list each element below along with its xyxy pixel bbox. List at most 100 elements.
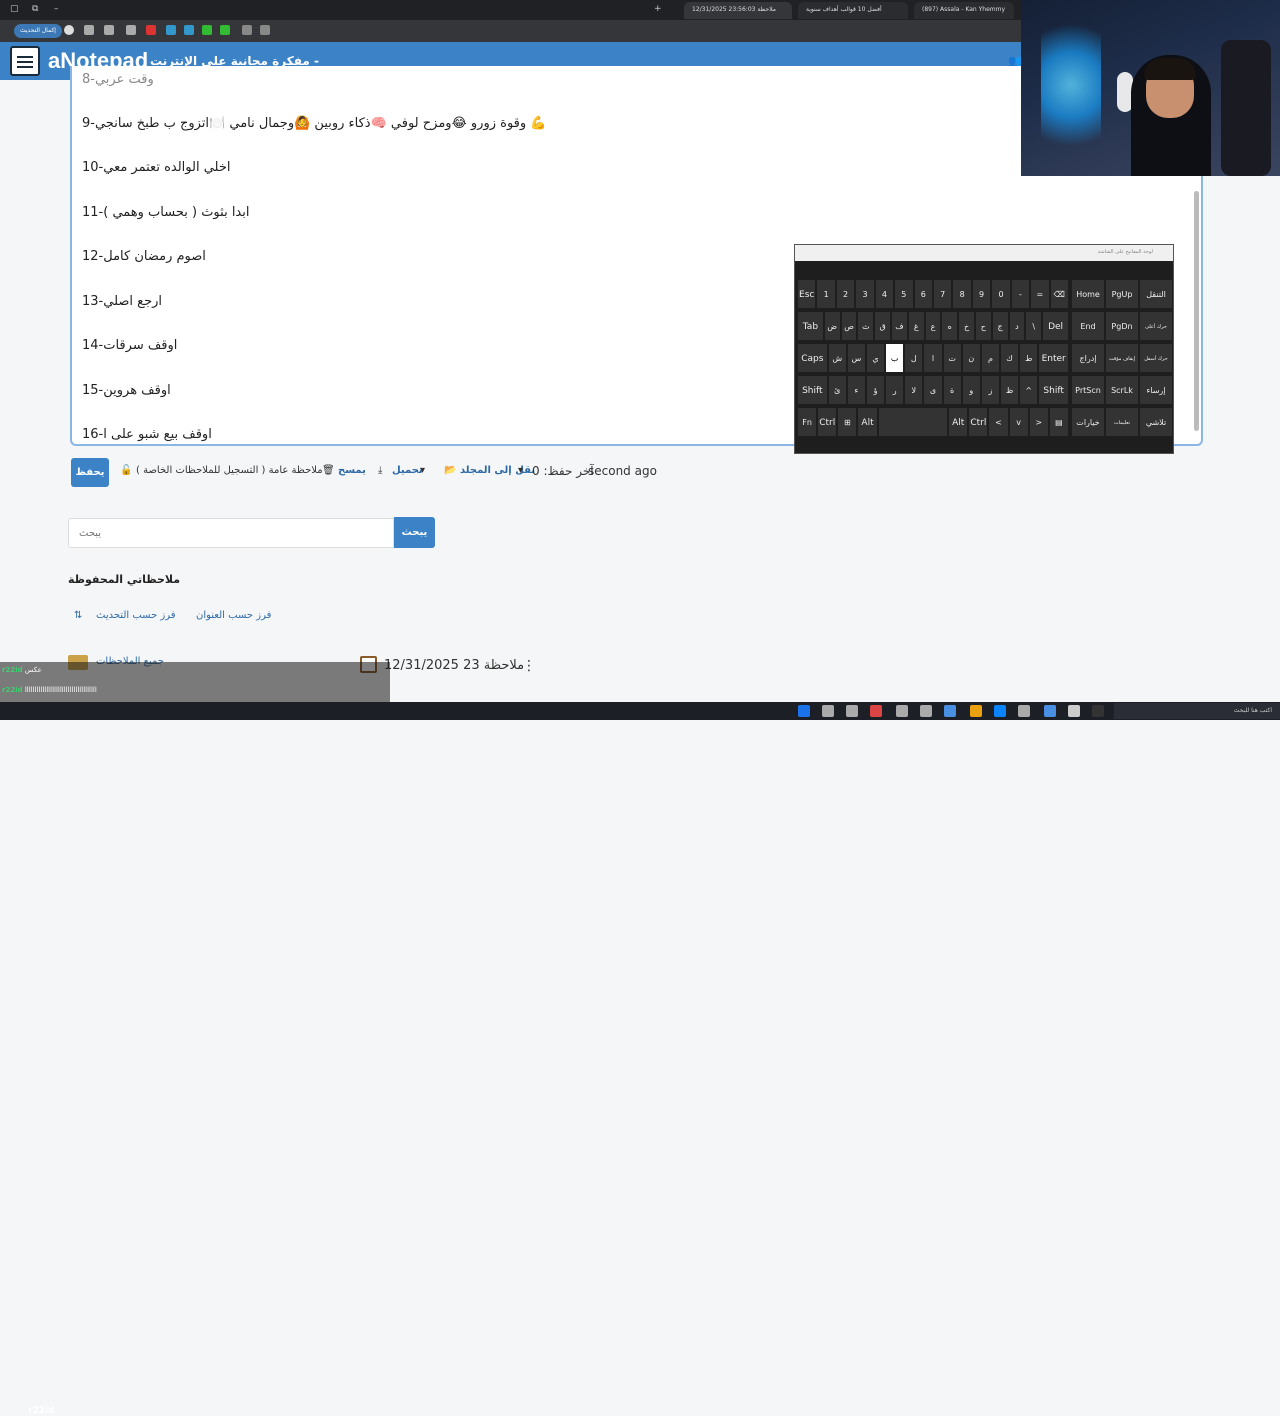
keyboard-key[interactable]: تعليمات bbox=[1105, 407, 1139, 437]
keyboard-key[interactable]: Ctrl bbox=[817, 407, 838, 437]
move-to-folder-button[interactable]: نقل إلى المجلد bbox=[460, 465, 535, 476]
keyboard-key[interactable]: ث bbox=[857, 311, 875, 341]
keyboard-key[interactable]: ض bbox=[823, 311, 841, 341]
app-icon[interactable] bbox=[846, 705, 858, 717]
keyboard-key[interactable]: حرك أسفل bbox=[1139, 343, 1173, 373]
on-screen-keyboard[interactable]: لوحة المفاتيح على الشاشة Esc 1 2 3 4 5 6 7 8 9 0- =… bbox=[794, 244, 1174, 454]
app-icon[interactable] bbox=[822, 705, 834, 717]
keyboard-key[interactable]: 7 bbox=[933, 279, 953, 309]
keyboard-key[interactable]: Esc bbox=[797, 279, 817, 309]
keyboard-key[interactable]: PrtScn bbox=[1071, 375, 1105, 405]
keyboard-key[interactable]: س bbox=[846, 343, 866, 373]
extension-icon[interactable] bbox=[146, 25, 156, 35]
delete-button[interactable]: يمسح bbox=[338, 465, 366, 476]
new-tab-icon[interactable]: + bbox=[654, 4, 662, 14]
keyboard-key[interactable]: خ bbox=[958, 311, 975, 341]
keyboard-key[interactable]: Tab bbox=[797, 311, 824, 341]
keyboard-key[interactable]: = bbox=[1030, 279, 1050, 309]
tab-youtube[interactable]: (897) Assala - Kan Yhemmy bbox=[914, 2, 1014, 19]
keyboard-key[interactable]: ح bbox=[974, 311, 992, 341]
more-options-icon[interactable]: ⋮ bbox=[522, 658, 536, 674]
restore-icon[interactable]: ⧉ bbox=[32, 4, 38, 14]
profile-icon[interactable] bbox=[64, 25, 74, 35]
keyboard-key[interactable]: ز bbox=[980, 375, 1001, 405]
keyboard-key[interactable]: إيقاف مؤقت bbox=[1105, 343, 1139, 373]
keyboard-key[interactable]: ه bbox=[941, 311, 959, 341]
tab-note[interactable]: ملاحظة 23:56:03 12/31/2025 bbox=[684, 2, 792, 19]
keyboard-key[interactable]: 2 bbox=[835, 279, 856, 309]
keyboard-key[interactable]: خيارات bbox=[1071, 407, 1105, 437]
keyboard-key[interactable]: 8 bbox=[952, 279, 972, 309]
keyboard-key[interactable]: ج bbox=[991, 311, 1009, 341]
keyboard-key[interactable]: د bbox=[1008, 311, 1026, 341]
app-icon[interactable] bbox=[1068, 705, 1080, 717]
keyboard-key[interactable]: ⌫ bbox=[1049, 279, 1069, 309]
keyboard-key[interactable]: Ctrl bbox=[968, 407, 989, 437]
keyboard-key[interactable]: ع bbox=[924, 311, 942, 341]
keyboard-key[interactable]: ScrLk bbox=[1105, 375, 1139, 405]
keyboard-key[interactable]: ل bbox=[904, 343, 924, 373]
extension-icon[interactable] bbox=[84, 25, 94, 35]
extension-icon[interactable] bbox=[220, 25, 230, 35]
keyboard-key[interactable]: Shift bbox=[797, 375, 828, 405]
keyboard-key[interactable]: ؤ bbox=[865, 375, 886, 405]
extension-icon[interactable] bbox=[166, 25, 176, 35]
keyboard-key[interactable]: م bbox=[980, 343, 1001, 373]
keyboard-key[interactable]: ط bbox=[1019, 343, 1039, 373]
download-button[interactable]: تحميل bbox=[392, 465, 423, 476]
keyboard-key[interactable]: ق bbox=[874, 311, 892, 341]
update-button[interactable]: إكمال التحديث bbox=[14, 24, 62, 38]
settings-icon[interactable] bbox=[896, 705, 908, 717]
download-icon[interactable] bbox=[104, 25, 114, 35]
keyboard-key[interactable]: ن bbox=[961, 343, 981, 373]
app-icon[interactable] bbox=[870, 705, 882, 717]
keyboard-key[interactable]: Shift bbox=[1038, 375, 1069, 405]
keyboard-key[interactable]: PgDn bbox=[1105, 311, 1139, 341]
keyboard-key[interactable]: Fn bbox=[797, 407, 818, 437]
keyboard-key[interactable]: ش bbox=[827, 343, 847, 373]
keyboard-key[interactable]: لا bbox=[904, 375, 924, 405]
keyboard-key[interactable]: ء bbox=[846, 375, 866, 405]
app-icon[interactable] bbox=[994, 705, 1006, 717]
extension-icon[interactable] bbox=[184, 25, 194, 35]
keyboard-key[interactable]: ب bbox=[885, 343, 905, 373]
app-icon[interactable] bbox=[944, 705, 956, 717]
keyboard-key[interactable]: 9 bbox=[971, 279, 992, 309]
tab-goals[interactable]: أفضل 10 قوالب أهداف سنوية bbox=[798, 2, 908, 19]
extension-icon[interactable] bbox=[202, 25, 212, 35]
app-icon[interactable] bbox=[1092, 705, 1104, 717]
keyboard-key[interactable]: تلاشي bbox=[1139, 407, 1173, 437]
keyboard-key[interactable]: ى bbox=[923, 375, 943, 405]
notepad-logo-icon[interactable] bbox=[10, 46, 40, 76]
sort-by-title-link[interactable]: فرز حسب العنوان bbox=[196, 610, 271, 621]
keyboard-key[interactable]: > bbox=[1028, 407, 1049, 437]
keyboard-key[interactable]: Caps bbox=[797, 343, 828, 373]
extension-icon[interactable] bbox=[126, 25, 136, 35]
app-icon[interactable] bbox=[1018, 705, 1030, 717]
keyboard-key[interactable]: 6 bbox=[913, 279, 933, 309]
keyboard-key[interactable]: ^ bbox=[1019, 375, 1039, 405]
taskbar-search-box[interactable]: اكتب هنا للبحث bbox=[1114, 703, 1280, 719]
keyboard-key[interactable]: إدراج bbox=[1071, 343, 1105, 373]
keyboard-key[interactable]: ⊞ bbox=[837, 407, 858, 437]
keyboard-key[interactable]: ي bbox=[865, 343, 886, 373]
app-icon[interactable] bbox=[1044, 705, 1056, 717]
keyboard-key[interactable]: < bbox=[988, 407, 1009, 437]
window-menu-icon[interactable]: ▢ bbox=[10, 4, 19, 14]
keyboard-key[interactable]: End bbox=[1071, 311, 1105, 341]
keyboard-key[interactable]: ر bbox=[885, 375, 905, 405]
keyboard-key[interactable]: ظ bbox=[1000, 375, 1020, 405]
search-button[interactable]: يبحث bbox=[394, 517, 435, 548]
keyboard-key[interactable]: ▤ bbox=[1048, 407, 1069, 437]
bookmark-star-icon[interactable] bbox=[242, 25, 252, 35]
keyboard-key[interactable]: حرك أعلى bbox=[1139, 311, 1173, 341]
keyboard-key[interactable]: 0 bbox=[991, 279, 1011, 309]
save-button[interactable]: يحفظ bbox=[71, 458, 109, 487]
keyboard-key[interactable]: Del bbox=[1042, 311, 1069, 341]
keyboard-key[interactable]: 3 bbox=[855, 279, 875, 309]
keyboard-key[interactable]: Alt bbox=[948, 407, 969, 437]
keyboard-key[interactable]: ئ bbox=[827, 375, 847, 405]
search-icon[interactable] bbox=[260, 25, 270, 35]
keyboard-key[interactable]: و bbox=[961, 375, 981, 405]
keyboard-key[interactable] bbox=[877, 407, 949, 437]
